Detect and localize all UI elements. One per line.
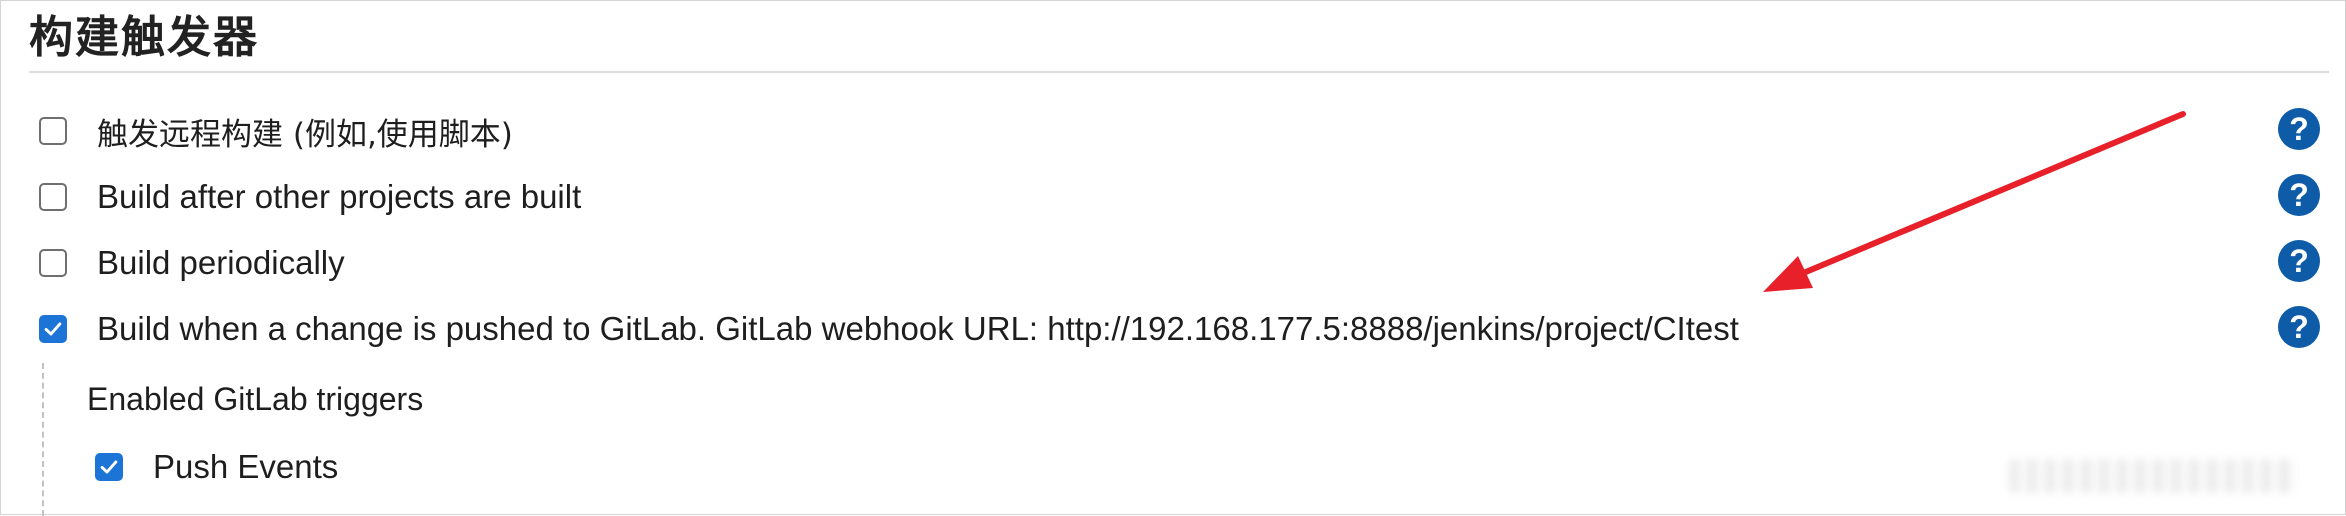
help-icon[interactable]: ? (2278, 174, 2320, 216)
push-events-checkbox[interactable] (95, 453, 123, 481)
annotation-arrow (1763, 111, 2186, 292)
trigger-after-other-projects-label[interactable]: Build after other projects are built (97, 178, 581, 216)
gitlab-triggers-subheading: Enabled GitLab triggers (87, 381, 424, 417)
push-events-label[interactable]: Push Events (153, 448, 338, 486)
help-icon[interactable]: ? (2278, 108, 2320, 150)
trigger-gitlab-push-row[interactable]: Build when a change is pushed to GitLab.… (39, 305, 1739, 353)
trigger-gitlab-push-checkbox[interactable] (39, 315, 67, 343)
trigger-gitlab-push-label[interactable]: Build when a change is pushed to GitLab.… (97, 310, 1739, 348)
push-events-row[interactable]: Push Events (95, 443, 338, 491)
checkmark-icon (44, 322, 62, 336)
trigger-remote-build-checkbox[interactable] (39, 117, 67, 145)
trigger-after-other-projects-row[interactable]: Build after other projects are built (39, 173, 581, 221)
nested-options-indent-line (42, 363, 44, 516)
watermark (2009, 459, 2295, 493)
trigger-remote-build-row[interactable]: 触发远程构建 (例如,使用脚本) (39, 107, 513, 155)
trigger-periodically-row[interactable]: Build periodically (39, 239, 345, 287)
title-divider (29, 71, 2329, 73)
trigger-remote-build-label[interactable]: 触发远程构建 (例如,使用脚本) (97, 109, 513, 154)
build-triggers-panel: 构建触发器 触发远程构建 (例如,使用脚本) ? Build after oth… (0, 0, 2346, 516)
trigger-periodically-label[interactable]: Build periodically (97, 244, 345, 282)
section-title: 构建触发器 (29, 12, 259, 63)
checkmark-icon (100, 460, 118, 474)
trigger-after-other-projects-checkbox[interactable] (39, 183, 67, 211)
trigger-periodically-checkbox[interactable] (39, 249, 67, 277)
help-icon[interactable]: ? (2278, 240, 2320, 282)
help-icon[interactable]: ? (2278, 306, 2320, 348)
